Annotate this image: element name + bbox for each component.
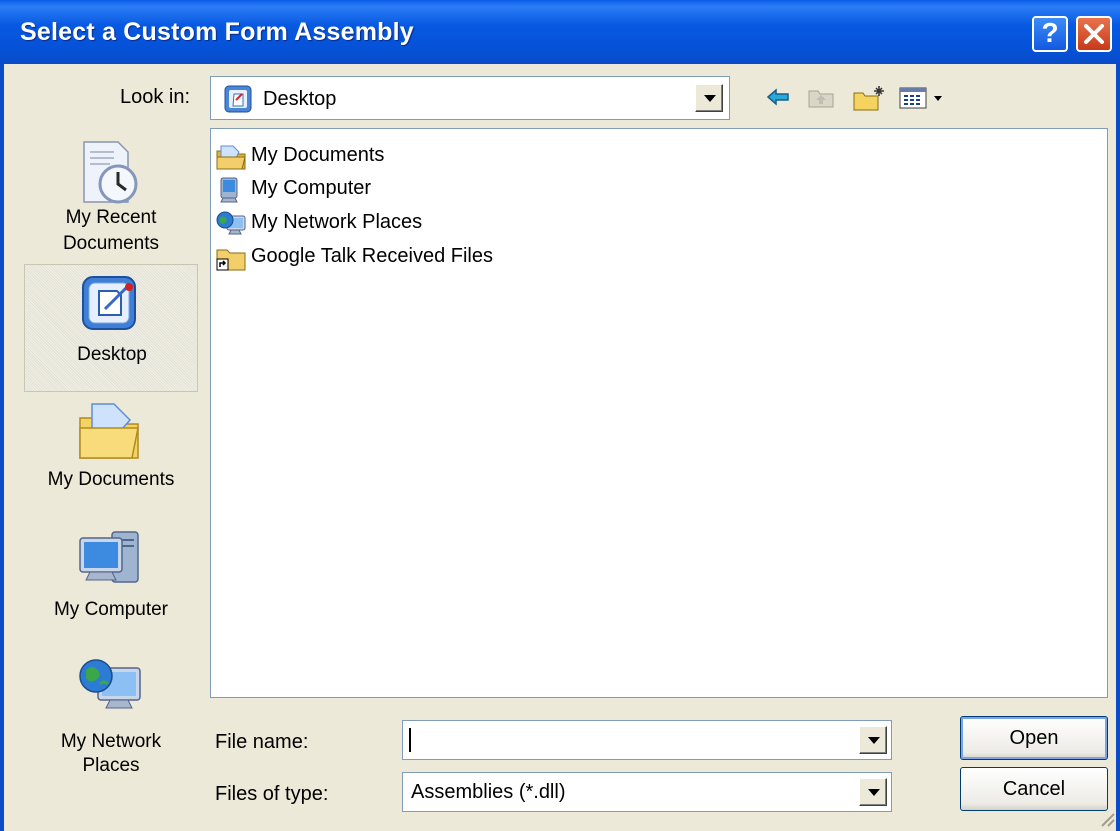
place-label-line2: Documents	[62, 233, 160, 254]
folder-shortcut-icon	[216, 249, 246, 271]
files-of-type-label: Files of type:	[215, 783, 329, 805]
window-title: Select a Custom Form Assembly	[20, 18, 414, 46]
up-folder-icon[interactable]	[806, 84, 836, 110]
files-of-type-select[interactable]: Assemblies (*.dll)	[402, 772, 892, 812]
place-label: My Documents	[47, 469, 175, 490]
place-my-computer[interactable]: My Computer	[24, 524, 198, 648]
files-of-type-value: Assemblies (*.dll)	[411, 781, 566, 803]
file-name: My Documents	[251, 144, 385, 166]
file-name: My Computer	[251, 177, 372, 199]
place-label: Desktop	[77, 344, 147, 365]
place-my-documents[interactable]: My Documents	[24, 396, 198, 516]
text-caret	[409, 728, 411, 752]
file-list[interactable]: My Documents My Computer My Network Plac…	[210, 128, 1108, 698]
my-documents-icon	[216, 145, 246, 170]
network-places-icon	[216, 211, 246, 235]
title-bar[interactable]: Select a Custom Form Assembly ?	[0, 0, 1120, 64]
files-of-type-dropdown-button[interactable]	[859, 778, 887, 806]
my-computer-icon	[79, 531, 139, 583]
desktop-icon	[224, 85, 252, 113]
look-in-dropdown[interactable]: Desktop	[210, 76, 730, 120]
resize-grip-icon[interactable]	[1094, 808, 1116, 828]
recent-documents-icon	[83, 141, 138, 204]
window-frame-right	[1116, 64, 1120, 831]
window-frame-left	[0, 64, 4, 831]
view-menu-icon[interactable]	[898, 84, 950, 110]
look-in-dropdown-button[interactable]	[695, 84, 723, 112]
open-button[interactable]: Open	[960, 716, 1108, 760]
place-label-line1: My Network	[60, 731, 162, 752]
close-icon	[1084, 24, 1104, 44]
place-desktop[interactable]: Desktop	[24, 264, 198, 392]
help-button[interactable]: ?	[1032, 16, 1068, 52]
network-places-icon	[79, 659, 141, 709]
place-label-line1: My Recent	[65, 207, 157, 228]
my-documents-icon	[79, 403, 139, 459]
look-in-value: Desktop	[263, 88, 337, 110]
place-label: My Computer	[53, 599, 169, 620]
place-label-line2: Places	[82, 755, 140, 776]
place-my-network-places[interactable]: My Network Places	[24, 652, 198, 788]
file-name: My Network Places	[251, 211, 423, 233]
look-in-label: Look in:	[120, 86, 191, 108]
place-my-recent-documents[interactable]: My Recent Documents	[24, 128, 198, 264]
file-name: Google Talk Received Files	[251, 245, 493, 267]
back-arrow-icon[interactable]	[764, 84, 792, 110]
my-computer-icon	[220, 177, 238, 203]
file-name-label: File name:	[215, 731, 309, 753]
file-name-dropdown-button[interactable]	[859, 726, 887, 754]
cancel-button[interactable]: Cancel	[960, 767, 1108, 811]
new-folder-icon[interactable]	[852, 84, 888, 112]
file-name-input[interactable]	[402, 720, 892, 760]
desktop-icon	[82, 276, 136, 330]
close-button[interactable]	[1076, 16, 1112, 52]
